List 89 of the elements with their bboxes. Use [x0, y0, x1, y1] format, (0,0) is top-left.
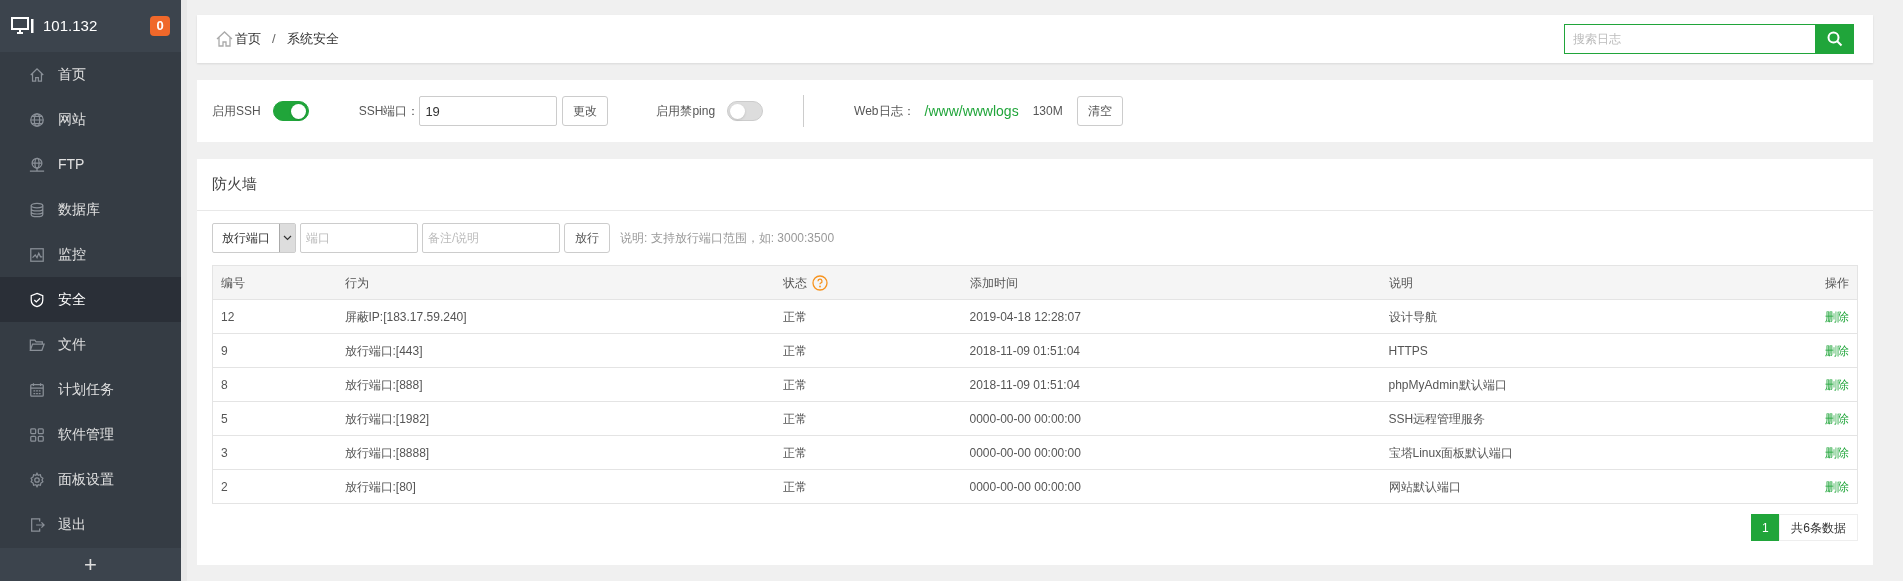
table-cell: 放行端口:[888]: [344, 377, 423, 392]
table-cell: 12: [221, 309, 235, 324]
sidebar-item[interactable]: 文件: [0, 322, 181, 367]
column-header: 状态: [782, 274, 807, 292]
sidebar-item[interactable]: 安全: [0, 277, 181, 322]
table-cell: 正常: [782, 411, 807, 426]
sidebar-item[interactable]: 计划任务: [0, 367, 181, 412]
table-cell: 正常: [782, 377, 807, 392]
exit-icon: [29, 516, 45, 533]
table-cell: 0000-00-00 00:00:00: [969, 411, 1081, 426]
chart-icon: [29, 246, 45, 263]
table-cell: 放行端口:[8888]: [344, 445, 430, 460]
home-icon: [29, 66, 45, 83]
table-cell: 放行端口:[443]: [344, 343, 423, 358]
table-cell: 0000-00-00 00:00:00: [969, 479, 1081, 494]
table-cell: 设计导航: [1388, 309, 1437, 324]
table-cell: phpMyAdmin默认端口: [1388, 377, 1507, 392]
help-icon[interactable]: [811, 274, 828, 291]
sidebar-item[interactable]: 退出: [0, 502, 181, 547]
table-cell: 9: [221, 343, 228, 358]
rule-type-value: 放行端口: [221, 230, 271, 247]
table-cell: 正常: [782, 445, 807, 460]
gear-icon: [29, 471, 45, 488]
rule-type-dropdown[interactable]: 放行端口: [212, 223, 296, 253]
table-cell: 放行端口:[1982]: [344, 411, 430, 426]
sidebar-item[interactable]: 软件管理: [0, 412, 181, 457]
hint-text: 说明: 支持放行端口范围，如: 3000:3500: [620, 230, 835, 247]
table-cell: 3: [221, 445, 228, 460]
column-header: 行为: [344, 275, 369, 290]
allow-button[interactable]: 放行: [564, 223, 610, 253]
column-header: 编号: [221, 275, 245, 290]
search-button[interactable]: [1816, 24, 1854, 54]
notification-badge: 0: [150, 16, 170, 36]
table-cell: 2019-04-18 12:28:07: [969, 309, 1081, 324]
ping-toggle[interactable]: [727, 101, 764, 121]
table-cell: 屏蔽IP:[183.17.59.240]: [344, 309, 467, 324]
total-count: 共6条数据: [1779, 514, 1858, 541]
database-icon: [29, 201, 45, 218]
sidebar-item[interactable]: 监控: [0, 232, 181, 277]
search-icon: [1827, 31, 1843, 47]
shield-icon: [29, 291, 45, 308]
search-field[interactable]: 搜索日志: [1564, 24, 1816, 54]
folder-icon: [29, 336, 45, 353]
port-field[interactable]: 端口: [300, 223, 418, 253]
firewall-title: 防火墙: [212, 174, 257, 195]
note-field[interactable]: 备注/说明: [422, 223, 560, 253]
table-cell: 0000-00-00 00:00:00: [969, 445, 1081, 460]
home-icon: [216, 31, 233, 47]
web-log-size: 130M: [1032, 103, 1063, 120]
sidebar-item[interactable]: 数据库: [0, 187, 181, 232]
ssh-port-field[interactable]: 19: [419, 96, 558, 126]
table-cell: 放行端口:[80]: [344, 479, 416, 494]
globe-network-icon: [29, 156, 45, 173]
table-cell: 2018-11-09 01:51:04: [969, 343, 1081, 358]
table-cell: 网站默认端口: [1388, 479, 1461, 494]
ssh-port-label: SSH端口：: [358, 103, 420, 120]
column-header: 操作: [1825, 275, 1849, 290]
ping-label: 启用禁ping: [656, 103, 716, 120]
table-cell: SSH远程管理服务: [1388, 411, 1486, 426]
table-cell: 正常: [782, 309, 807, 324]
add-button[interactable]: +: [0, 548, 181, 581]
breadcrumb-link[interactable]: 首页: [235, 29, 261, 49]
sidebar-item[interactable]: 面板设置: [0, 457, 181, 502]
globe-icon: [29, 111, 45, 128]
table-cell: 5: [221, 411, 228, 426]
clear-button[interactable]: 清空: [1076, 96, 1123, 126]
table-cell: 2018-11-09 01:51:04: [969, 377, 1081, 392]
table-cell: 正常: [782, 343, 807, 358]
web-log-label: Web日志：: [854, 103, 915, 120]
ssh-label: 启用SSH: [212, 103, 261, 120]
monitor-icon: [11, 17, 35, 35]
sidebar-item[interactable]: FTP: [0, 142, 181, 187]
table-cell: 2: [221, 479, 228, 494]
host-address: 101.132: [43, 15, 98, 36]
table-cell: 正常: [782, 479, 807, 494]
change-button[interactable]: 更改: [562, 96, 609, 126]
table-cell: HTTPS: [1388, 343, 1428, 358]
sidebar-item[interactable]: 首页: [0, 52, 181, 97]
calendar-icon: [29, 381, 45, 398]
table-cell: 宝塔Linux面板默认端口: [1388, 445, 1514, 460]
chevron-down-icon: [283, 235, 292, 241]
grid-icon: [29, 426, 45, 443]
column-header: 添加时间: [969, 275, 1018, 290]
column-header: 说明: [1388, 275, 1413, 290]
breadcrumb-separator: /: [272, 30, 276, 49]
sidebar-item[interactable]: 网站: [0, 97, 181, 142]
breadcrumb-current: 系统安全: [286, 30, 339, 49]
table-cell: 8: [221, 377, 228, 392]
ssh-toggle[interactable]: [272, 101, 309, 121]
